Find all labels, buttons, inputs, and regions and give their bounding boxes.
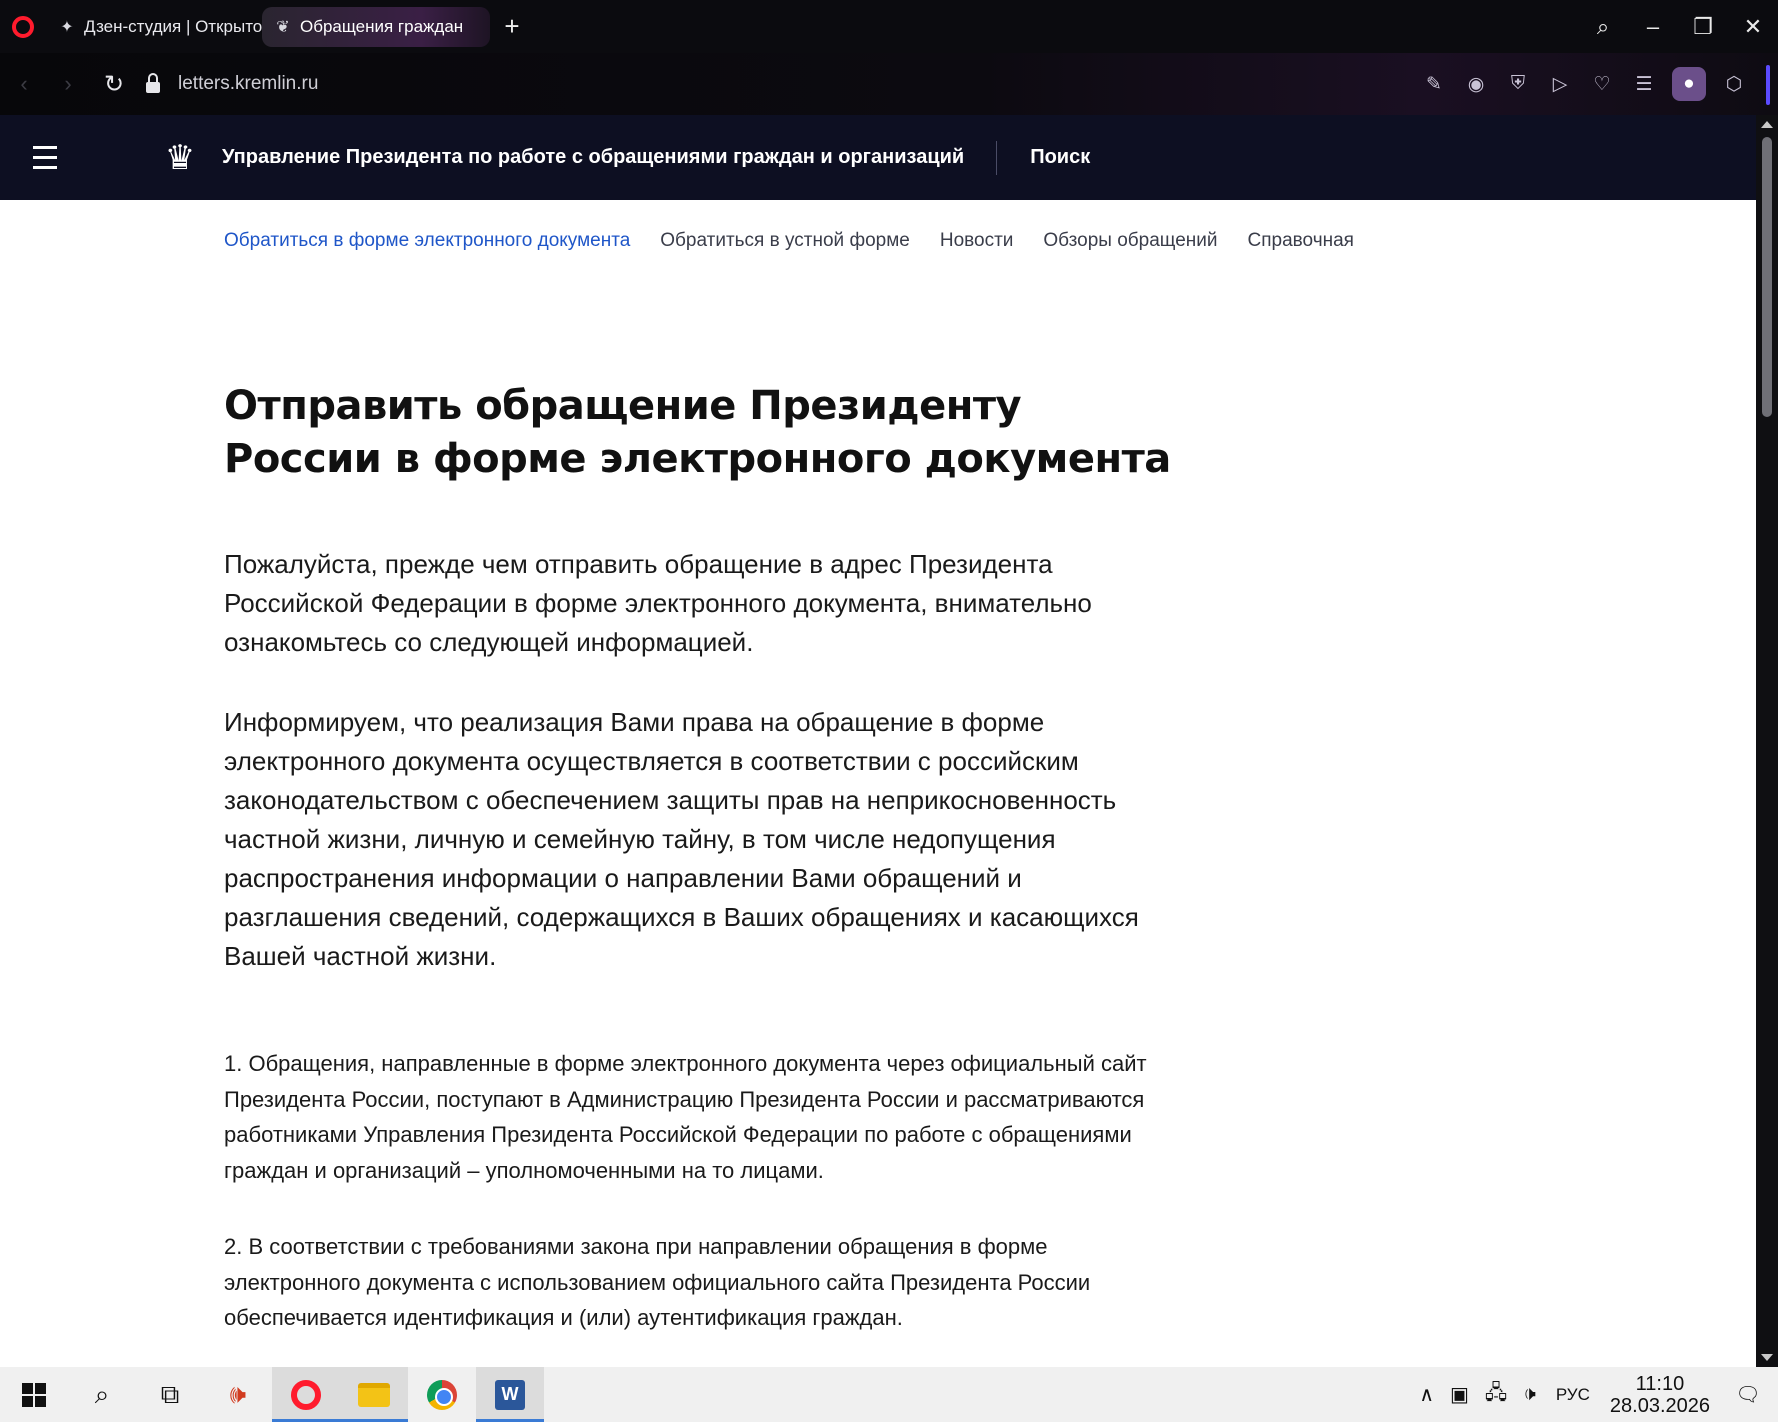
info-item-2: 2. В соответствии с требованиями закона … [224,1234,1091,1330]
site-title[interactable]: Управление Президента по работе с обраще… [222,146,964,169]
clock-date: 28.03.2026 [1609,1394,1710,1417]
sidebar-accent [1766,65,1770,105]
header-divider [996,140,998,175]
subnav-news[interactable]: Новости [940,230,1014,252]
hamburger-menu-icon[interactable] [0,115,90,200]
notification-icon[interactable]: 🗨 [1718,1382,1778,1407]
sub-navigation: Обратиться в форме электронного документ… [224,230,1354,252]
reload-button[interactable]: ↻ [92,62,136,106]
emblem-icon: ❦ [276,18,290,36]
forward-button[interactable]: › [46,62,90,106]
sparkle-icon: ✦ [60,18,74,36]
url-field[interactable]: letters.kremlin.ru [178,73,318,95]
lead-paragraph-2: Информируем, что реализация Вами права н… [224,707,1139,971]
network-icon[interactable]: 🖧 [1477,1378,1515,1412]
page-content: Обратиться в форме электронного документ… [0,200,1756,1367]
word-icon: W [495,1379,525,1410]
subnav-oral-form[interactable]: Обратиться в устной форме [660,230,910,252]
language-indicator[interactable]: РУС [1544,1385,1602,1405]
eagle-emblem-icon[interactable]: ♛ [152,130,208,186]
back-button[interactable]: ‹ [2,62,46,106]
tab-obrashcheniya[interactable]: ❦ Обращения граждан [262,6,490,47]
close-button[interactable]: ✕ [1728,0,1778,53]
shield-icon[interactable]: ⛨ [1498,64,1538,104]
minimize-button[interactable]: – [1628,0,1678,53]
chevron-up-icon[interactable]: ∧ [1411,1382,1442,1407]
camera-icon[interactable]: ◉ [1456,64,1496,104]
opera-icon [291,1379,321,1410]
taskbar-opera[interactable] [272,1367,340,1422]
scroll-down-arrow-icon[interactable] [1761,1354,1773,1361]
task-view-icon[interactable]: ⧉ [136,1367,204,1422]
opera-menu-icon[interactable] [0,0,46,53]
new-tab-button[interactable]: + [490,7,534,47]
search-link[interactable]: Поиск [1030,146,1090,169]
taskbar-explorer[interactable] [340,1367,408,1422]
scroll-up-arrow-icon[interactable] [1761,121,1773,128]
tab-label: Дзен-студия | Открытое [84,16,262,36]
folder-icon [358,1382,390,1407]
subnav-electronic-form[interactable]: Обратиться в форме электронного документ… [224,230,630,252]
play-icon[interactable]: ▷ [1540,64,1580,104]
windows-logo-icon [22,1382,46,1407]
search-tabs-icon[interactable]: ⌕ [1578,0,1628,53]
subnav-reviews[interactable]: Обзоры обращений [1043,230,1217,252]
edit-icon[interactable]: ✎ [1414,64,1454,104]
clock[interactable]: 11:10 28.03.2026 [1602,1373,1718,1417]
clock-time: 11:10 [1635,1372,1685,1395]
taskbar-word[interactable]: W [476,1367,544,1422]
lock-icon[interactable] [136,72,170,93]
site-header: ♛ Управление Президента по работе с обра… [0,115,1756,200]
windows-taskbar: ⌕ ⧉ 🕪 W ∧ ▣ 🖧 🕩 РУС 11:10 28.03.2026 🗨 [0,1367,1778,1422]
volume-icon[interactable]: 🕩 [1515,1383,1544,1406]
address-bar: ‹ › ↻ letters.kremlin.ru ✎ ◉ ⛨ ▷ ♡ ☰ ● ⬡ [0,53,1778,115]
speaker-app-icon[interactable]: 🕪 [204,1367,272,1422]
system-tray: ∧ ▣ 🖧 🕩 РУС 11:10 28.03.2026 🗨 [1411,1367,1778,1422]
info-item-1: 1. Обращения, направленные в форме элект… [224,1051,1147,1183]
cube-icon[interactable]: ⬡ [1714,64,1754,104]
lead-paragraph-1: Пожалуйста, прежде чем отправить обращен… [224,549,1092,657]
tab-label: Обращения граждан [300,16,464,36]
page-scrollbar[interactable] [1756,115,1778,1367]
scrollbar-thumb[interactable] [1762,137,1772,417]
chrome-icon [427,1379,457,1410]
page-title: Отправить обращение Президенту России в … [224,383,1171,482]
restore-button[interactable]: ❐ [1678,0,1728,53]
taskbar-chrome[interactable] [408,1367,476,1422]
menu-list-icon[interactable]: ☰ [1624,64,1664,104]
start-button[interactable] [0,1367,68,1422]
profile-icon[interactable]: ● [1672,67,1706,101]
meet-now-icon[interactable]: ▣ [1442,1382,1477,1407]
search-icon[interactable]: ⌕ [68,1367,136,1422]
heart-icon[interactable]: ♡ [1582,64,1622,104]
subnav-reference[interactable]: Справочная [1248,230,1354,252]
browser-tab-bar: ✦ Дзен-студия | Открытое ❦ Обращения гра… [0,0,1778,53]
tab-dzen-studio[interactable]: ✦ Дзен-студия | Открытое [46,7,262,47]
